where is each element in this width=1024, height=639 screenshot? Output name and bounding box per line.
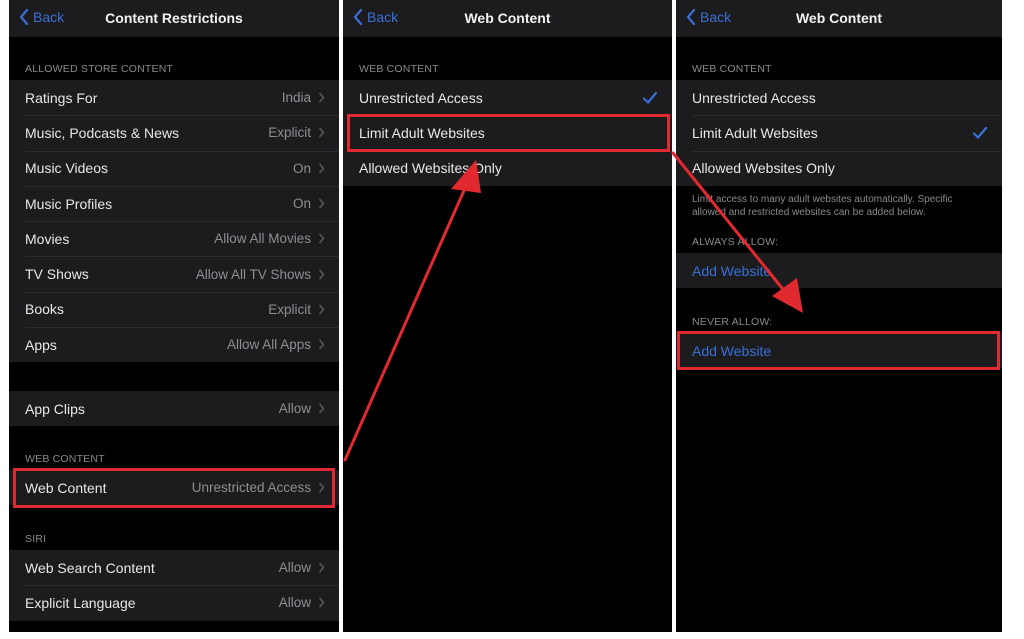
section-header-always-allow: ALWAYS ALLOW: <box>692 236 779 248</box>
ratings-for-row[interactable]: Ratings For India <box>9 80 339 115</box>
siri-group: Web Search Content Allow Explicit Langua… <box>9 550 339 621</box>
music-profiles-row[interactable]: Music Profiles On <box>9 185 339 221</box>
section-header-web-content: WEB CONTENT <box>359 63 439 75</box>
checkmark-icon <box>642 91 658 104</box>
web-content-screen-after: Back Web Content WEB CONTENT Unrestricte… <box>676 0 1002 632</box>
music-videos-row[interactable]: Music Videos On <box>9 150 339 186</box>
page-title: Web Content <box>795 10 883 26</box>
books-row[interactable]: Books Explicit <box>9 291 339 327</box>
movies-row[interactable]: Movies Allow All Movies <box>9 221 339 256</box>
chevron-right-icon <box>318 482 325 493</box>
row-label: Allowed Websites Only <box>692 160 835 177</box>
row-label: Movies <box>25 230 70 247</box>
row-label: Music, Podcasts & News <box>25 124 180 141</box>
row-label: Web Search Content <box>25 559 155 576</box>
row-label: Books <box>25 301 64 318</box>
row-label: Limit Adult Websites <box>692 124 818 141</box>
checkmark-icon <box>972 126 988 139</box>
row-label: Limit Adult Websites <box>359 124 485 141</box>
row-value: Allow All Apps <box>226 337 311 353</box>
always-allow-add-website-button[interactable]: Add Website <box>676 253 1002 288</box>
chevron-right-icon <box>318 269 325 280</box>
page-title: Content Restrictions <box>105 10 243 26</box>
row-label: Unrestricted Access <box>359 89 483 106</box>
row-label: App Clips <box>25 400 85 417</box>
add-website-link[interactable]: Add Website <box>692 343 771 359</box>
row-value: Allow <box>278 401 311 417</box>
row-value: Allow <box>278 595 311 611</box>
row-value: India <box>281 90 311 106</box>
allowed-websites-only-option[interactable]: Allowed Websites Only <box>676 150 1002 186</box>
row-value: Unrestricted Access <box>191 480 311 496</box>
app-clips-group: App Clips Allow <box>9 391 339 427</box>
section-header-siri: SIRI <box>25 533 47 545</box>
row-value: On <box>292 160 311 176</box>
web-content-options-group: Unrestricted Access Limit Adult Websites… <box>343 80 672 186</box>
nav-bar: Back Content Restrictions <box>9 0 339 37</box>
add-website-link[interactable]: Add Website <box>692 263 771 279</box>
chevron-right-icon <box>318 562 325 573</box>
web-content-screen-before: Back Web Content WEB CONTENT Unrestricte… <box>343 0 672 632</box>
content-restrictions-screen: Back Content Restrictions ALLOWED STORE … <box>9 0 339 632</box>
unrestricted-access-option[interactable]: Unrestricted Access <box>676 80 1002 115</box>
chevron-right-icon <box>318 127 325 138</box>
row-value: On <box>292 196 311 212</box>
chevron-right-icon <box>318 92 325 103</box>
row-label: TV Shows <box>25 266 89 283</box>
row-label: Web Content <box>25 479 107 496</box>
web-content-options-group: Unrestricted Access Limit Adult Websites… <box>676 80 1002 186</box>
nav-bar: Back Web Content <box>676 0 1002 37</box>
limit-adult-websites-description: Limit access to many adult websites auto… <box>692 194 953 218</box>
row-label: Allowed Websites Only <box>359 160 502 177</box>
chevron-right-icon <box>318 339 325 350</box>
row-value: Allow <box>278 560 311 576</box>
row-label: Music Profiles <box>25 195 113 212</box>
page-title: Web Content <box>464 10 551 26</box>
row-label: Apps <box>25 336 57 353</box>
limit-adult-websites-option[interactable]: Limit Adult Websites <box>343 115 672 150</box>
row-label: Music Videos <box>25 160 109 177</box>
row-value: Explicit <box>268 125 311 141</box>
never-allow-add-website-button[interactable]: Add Website <box>676 333 1002 368</box>
limit-adult-websites-option[interactable]: Limit Adult Websites <box>676 115 1002 150</box>
row-label: Unrestricted Access <box>692 89 816 106</box>
section-header-web-content: WEB CONTENT <box>25 453 105 465</box>
nav-bar: Back Web Content <box>343 0 672 37</box>
row-value: Allow All Movies <box>214 231 311 247</box>
section-header-web-content: WEB CONTENT <box>692 63 772 75</box>
chevron-right-icon <box>318 233 325 244</box>
section-header-allowed-store-content: ALLOWED STORE CONTENT <box>25 63 174 75</box>
chevron-right-icon <box>318 304 325 315</box>
web-search-content-row[interactable]: Web Search Content Allow <box>9 550 339 585</box>
apps-row[interactable]: Apps Allow All Apps <box>9 327 339 362</box>
row-value: Explicit <box>268 301 311 317</box>
never-allow-group: Add Website <box>676 333 1002 369</box>
music-podcasts-news-row[interactable]: Music, Podcasts & News Explicit <box>9 115 339 150</box>
unrestricted-access-option[interactable]: Unrestricted Access <box>343 80 672 115</box>
row-value: Allow All TV Shows <box>195 266 311 282</box>
always-allow-group: Add Website <box>676 253 1002 289</box>
chevron-right-icon <box>318 597 325 608</box>
tv-shows-row[interactable]: TV Shows Allow All TV Shows <box>9 256 339 291</box>
chevron-right-icon <box>318 198 325 209</box>
app-clips-row[interactable]: App Clips Allow <box>9 391 339 426</box>
section-header-never-allow: NEVER ALLOW: <box>692 316 773 328</box>
allowed-websites-only-option[interactable]: Allowed Websites Only <box>343 150 672 186</box>
web-content-row[interactable]: Web Content Unrestricted Access <box>9 470 339 505</box>
explicit-language-row[interactable]: Explicit Language Allow <box>9 585 339 620</box>
chevron-right-icon <box>318 403 325 414</box>
allowed-store-content-group: Ratings For India Music, Podcasts & News… <box>9 80 339 363</box>
row-label: Explicit Language <box>25 594 136 611</box>
chevron-right-icon <box>318 163 325 174</box>
web-content-group: Web Content Unrestricted Access <box>9 470 339 506</box>
row-label: Ratings For <box>25 89 98 106</box>
